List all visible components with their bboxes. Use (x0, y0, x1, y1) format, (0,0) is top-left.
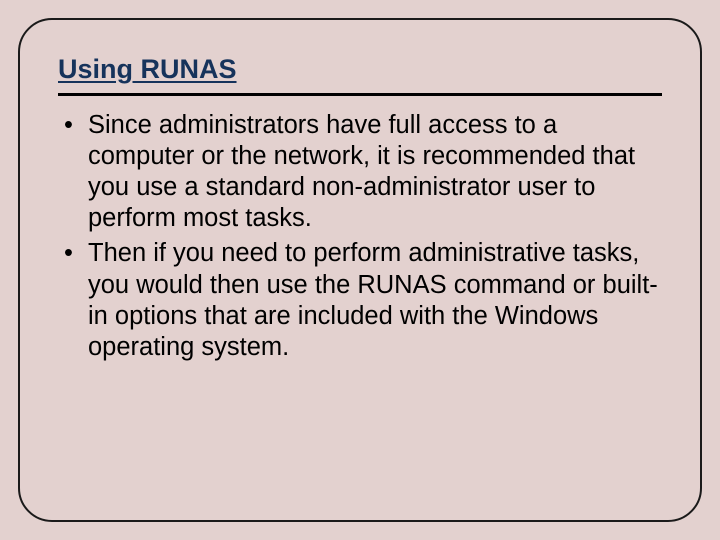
slide-title: Using RUNAS (58, 54, 662, 85)
slide-card: Using RUNAS Since administrators have fu… (18, 18, 702, 522)
list-item: Since administrators have full access to… (58, 110, 662, 234)
list-item: Then if you need to perform administrati… (58, 238, 662, 362)
divider (58, 93, 662, 96)
bullet-list: Since administrators have full access to… (58, 110, 662, 363)
